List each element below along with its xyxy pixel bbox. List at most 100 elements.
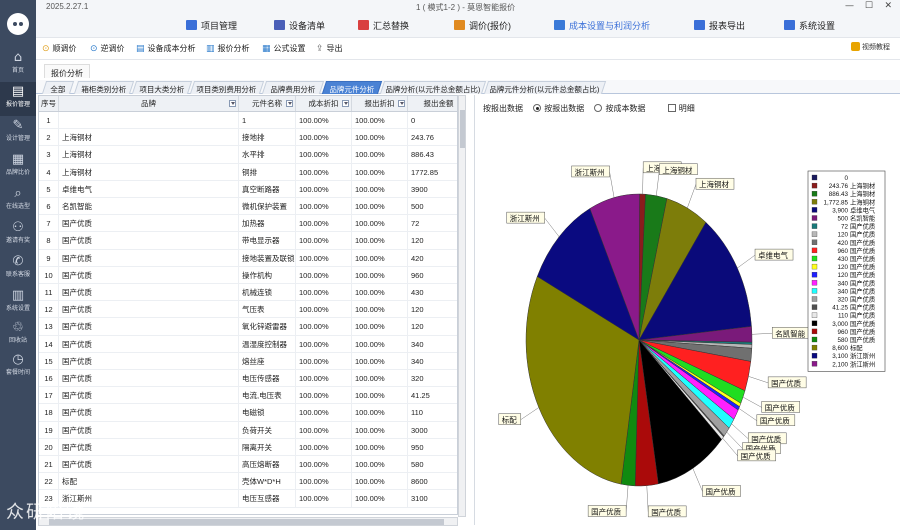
nav-report-export[interactable]: 报表导出: [694, 19, 745, 33]
quote-analysis-button[interactable]: ▥ 报价分析: [206, 43, 250, 54]
table-row[interactable]: 11100.00%100.00%00.00%: [39, 112, 457, 130]
legend-name: 国产优质: [850, 286, 875, 295]
filter-dropdown-icon[interactable]: [286, 100, 293, 107]
pie-label-leader: [625, 485, 629, 512]
nav-price-adjust[interactable]: 调价(报价): [454, 19, 511, 33]
grid-vertical-scrollbar[interactable]: [458, 95, 466, 517]
table-row[interactable]: 7国产优质加热器100.00%100.00%720.25%: [39, 215, 457, 233]
table-row[interactable]: 9国产优质接地装置及联锁100.00%100.00%4201.45%: [39, 249, 457, 267]
video-tutorial-button[interactable]: 视频教程: [851, 42, 890, 52]
col-cost-discount-cell: 100.00%: [296, 146, 352, 163]
table-row[interactable]: 14国产优质温湿度控制器100.00%100.00%3401.17%: [39, 335, 457, 353]
subtab-0[interactable]: 全部: [41, 81, 75, 94]
minimize-icon[interactable]: —: [845, 1, 854, 11]
grid-horizontal-scrollbar[interactable]: [38, 517, 458, 526]
subtab-2[interactable]: 项目大类分析: [131, 81, 193, 94]
scrollbar-thumb[interactable]: [49, 519, 444, 525]
col-quote-discount-header[interactable]: 报出折扣: [352, 96, 408, 111]
scrollbar-thumb[interactable]: [460, 110, 465, 148]
table-row[interactable]: 12国产优质气压表100.00%100.00%1200.41%: [39, 301, 457, 319]
pie-label-leader: [656, 169, 660, 196]
col-brand-header[interactable]: 品牌: [59, 96, 239, 111]
table-row[interactable]: 18国产优质电磁锁100.00%100.00%1100.38%: [39, 404, 457, 422]
pie-label: 浙江斯州: [510, 213, 540, 223]
table-row[interactable]: 15国产优质熔丝座100.00%100.00%3401.17%: [39, 352, 457, 370]
sidebar-item-home[interactable]: ⌂ 首页: [0, 48, 36, 82]
col-cost-discount-cell: 100.00%: [296, 198, 352, 215]
sidebar-item-clock[interactable]: ◷ 套餐时间: [0, 350, 36, 384]
col-seq-cell: 2: [39, 129, 59, 146]
col-quote-discount-cell: 100.00%: [352, 490, 408, 507]
table-row[interactable]: 6名凯智能微机保护装置100.00%100.00%5001.72%: [39, 198, 457, 216]
table-row[interactable]: 19国产优质负荷开关100.00%100.00%300010.34%: [39, 421, 457, 439]
table-row[interactable]: 22标配壳体W*D*H100.00%100.00%860029.63%: [39, 473, 457, 491]
subtab-7[interactable]: 品牌元件分析(以元件总金额占比): [483, 81, 607, 94]
col-component-header[interactable]: 元件名称: [239, 96, 296, 111]
col-quote-discount-cell: 100.00%: [352, 370, 408, 387]
nav-project-management[interactable]: 项目管理: [186, 19, 237, 33]
sidebar-item-label: 邀请有奖: [5, 238, 30, 244]
col-seq-header[interactable]: 序号: [39, 96, 59, 111]
table-row[interactable]: 5卓维电气真空断路器100.00%100.00%390013.44%: [39, 180, 457, 198]
subtab-1[interactable]: 箱柜类别分析: [73, 81, 135, 94]
sequential-adjust-button[interactable]: ⊙ 顺调价: [42, 43, 77, 54]
col-component-cell: 机械连锁: [239, 284, 296, 301]
export-button[interactable]: ⇪ 导出: [316, 43, 343, 54]
subtab-5[interactable]: 品牌元件分析: [321, 81, 383, 94]
nav-cost-profit-analysis[interactable]: 成本设置与利润分析: [554, 19, 650, 33]
subtab-3[interactable]: 项目类别费用分析: [189, 81, 265, 94]
gift-icon: ⚇: [12, 220, 24, 235]
legend-value: 72: [841, 224, 849, 231]
col-quote-amount-cell: 580: [408, 456, 457, 472]
table-row[interactable]: 3上海铜材水平排100.00%100.00%886.433.05%: [39, 146, 457, 164]
table-row[interactable]: 4上海铜材铜排100.00%100.00%1772.856.11%: [39, 163, 457, 181]
cost-analysis-button[interactable]: ▤ 设备成本分析: [136, 43, 196, 54]
nav-summary-replace[interactable]: 汇总替换: [358, 19, 409, 33]
sidebar-item-select[interactable]: ⌕ 在线选型: [0, 184, 36, 218]
top-nav: 项目管理 设备清单 汇总替换 调价(报价) 成本设置与利润分析 报表导出 系统设置: [36, 14, 900, 38]
cost-profit-analysis-icon: [554, 20, 565, 30]
sidebar-item-gift[interactable]: ⚇ 邀请有奖: [0, 218, 36, 252]
filter-dropdown-icon[interactable]: [398, 100, 405, 107]
reverse-adjust-button[interactable]: ⊙ 逆调价: [90, 43, 125, 54]
table-row[interactable]: 20国产优质隔离开关100.00%100.00%9503.27%: [39, 438, 457, 456]
compare-icon: ▦: [11, 152, 25, 167]
table-row[interactable]: 13国产优质氧化锌避雷器100.00%100.00%1200.41%: [39, 318, 457, 336]
table-row[interactable]: 8国产优质带电显示器100.00%100.00%1200.41%: [39, 232, 457, 250]
filter-dropdown-icon[interactable]: [229, 100, 236, 107]
table-row[interactable]: 10国产优质操作机构100.00%100.00%9603.31%: [39, 266, 457, 284]
pie-label-leader: [738, 408, 757, 421]
table-row[interactable]: 11国产优质机械连锁100.00%100.00%4301.48%: [39, 284, 457, 302]
sidebar-item-compare[interactable]: ▦ 品牌比价: [0, 150, 36, 184]
formula-button[interactable]: ▦ 公式设置: [262, 43, 306, 54]
tab-quote-analysis[interactable]: 报价分析: [44, 64, 90, 78]
table-row[interactable]: 21国产优质高压熔断器100.00%100.00%5802.00%: [39, 456, 457, 474]
close-icon[interactable]: ✕: [884, 1, 892, 11]
col-quote-amount-cell: 3100: [408, 490, 457, 506]
legend-name: 国产优质: [850, 230, 875, 239]
legend-value: 0: [844, 175, 848, 182]
legend-name: 国产优质: [850, 319, 875, 328]
nav-system-settings[interactable]: 系统设置: [784, 19, 835, 33]
subtab-4[interactable]: 品牌费用分析: [261, 81, 325, 94]
table-row[interactable]: 23浙江斯州电压互感器100.00%100.00%310010.68%: [39, 490, 457, 508]
table-row[interactable]: 17国产优质电流,电压表100.00%100.00%41.250.14%: [39, 387, 457, 405]
sidebar-item-label: 报价管理: [5, 102, 30, 108]
toolbar: ⊙ 顺调价 ⊙ 逆调价 ▤ 设备成本分析 ▥ 报价分析 ▦ 公式设置 ⇪ 导出 视频教程: [36, 38, 900, 60]
sidebar-item-chat[interactable]: ✆ 联系客服: [0, 252, 36, 286]
sidebar-item-design[interactable]: ✎ 设计管理: [0, 116, 36, 150]
subtab-6[interactable]: 品牌分析(以元件总金额占比): [379, 81, 487, 94]
maximize-icon[interactable]: ☐: [865, 1, 873, 11]
nav-device-list[interactable]: 设备清单: [274, 19, 325, 33]
sidebar-item-settings[interactable]: ▥ 系统设置: [0, 286, 36, 320]
col-quote-amount-cell: 120: [408, 318, 457, 334]
col-brand-cell: 国产优质: [59, 284, 239, 301]
sidebar-item-recycle[interactable]: ♲ 回收站: [0, 318, 36, 352]
col-quote-amount-header[interactable]: 报出金额: [408, 96, 457, 111]
table-row[interactable]: 2上海铜材接地排100.00%100.00%243.760.84%: [39, 129, 457, 147]
col-cost-discount-header[interactable]: 成本折扣: [296, 96, 352, 111]
analysis-subtabs: 全部 箱柜类别分析 项目大类分析 项目类别费用分析 品牌费用分析 品牌元件分析 品牌分析(以…: [36, 80, 900, 94]
table-row[interactable]: 16国产优质电压传感器100.00%100.00%3201.10%: [39, 370, 457, 388]
sidebar-item-quote[interactable]: ▤ 报价管理: [0, 82, 36, 116]
filter-dropdown-icon[interactable]: [342, 100, 349, 107]
